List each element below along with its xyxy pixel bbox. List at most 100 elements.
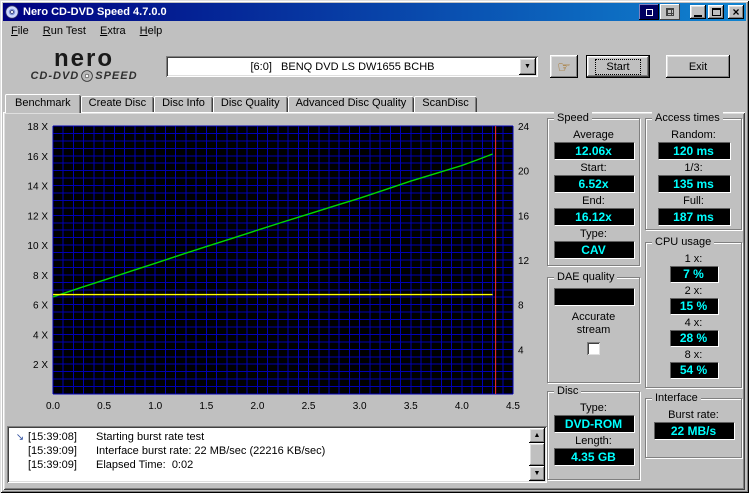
log-message: Elapsed Time: 0:02 (96, 459, 193, 471)
burst-rate-value: 22 MB/s (654, 422, 734, 439)
svg-text:0.5: 0.5 (97, 401, 111, 412)
cpu-1x-label: 1 x: (685, 253, 703, 266)
maximize-button[interactable] (708, 5, 724, 19)
drive-select[interactable]: [6:0] BENQ DVD LS DW1655 BCHB ▼ (166, 56, 538, 77)
average-speed-label: Average (573, 129, 614, 142)
minimize-button[interactable] (690, 5, 706, 19)
access-times-panel-title: Access times (652, 112, 723, 124)
speed-type-value: CAV (554, 241, 634, 258)
close-button[interactable]: × (728, 5, 744, 19)
svg-text:12: 12 (518, 256, 530, 267)
tab-create-disc[interactable]: Create Disc (81, 96, 154, 112)
random-access-label: Random: (671, 129, 716, 142)
disc-length-label: Length: (575, 435, 612, 448)
log-line: [15:39:09] Interface burst rate: 22 MB/s… (12, 444, 529, 458)
svg-text:18 X: 18 X (27, 122, 48, 133)
start-speed-label: Start: (580, 162, 606, 175)
transfer-rate-chart: 2 X4 X6 X8 X10 X12 X14 X16 X18 X48121620… (5, 118, 545, 420)
interface-panel: Interface Burst rate: 22 MB/s (645, 398, 742, 458)
svg-text:4.5: 4.5 (506, 401, 520, 412)
cpu-8x-value: 54 % (670, 362, 718, 378)
svg-text:1.5: 1.5 (199, 401, 213, 412)
random-access-value: 120 ms (658, 142, 730, 159)
benchmark-chart-svg: 2 X4 X6 X8 X10 X12 X14 X16 X18 X48121620… (5, 118, 545, 420)
access-times-panel: Access times Random: 120 ms 1/3: 135 ms … (645, 118, 742, 230)
tab-strip: Benchmark Create Disc Disc Info Disc Qua… (5, 93, 477, 112)
indicator-grid-icon (666, 8, 674, 16)
disc-length-value: 4.35 GB (554, 448, 634, 465)
one-third-access-value: 135 ms (658, 175, 730, 192)
cpu-1x-value: 7 % (670, 266, 718, 282)
svg-text:24: 24 (518, 122, 530, 133)
start-speed-value: 6.52x (554, 175, 634, 192)
average-speed-value: 12.06x (554, 142, 634, 159)
tab-disc-info[interactable]: Disc Info (154, 96, 213, 112)
log-lines: ↘ [15:39:08] Starting burst rate test [1… (9, 428, 529, 481)
menu-help[interactable]: Help (133, 23, 170, 39)
cpu-8x-label: 8 x: (685, 349, 703, 362)
log-message: Starting burst rate test (96, 431, 204, 443)
disc-icon (81, 70, 93, 82)
svg-text:1.0: 1.0 (148, 401, 162, 412)
svg-text:8: 8 (518, 301, 524, 312)
disc-panel-title: Disc (554, 385, 581, 397)
exit-button-label: Exit (689, 61, 707, 73)
tab-scandisc[interactable]: ScanDisc (414, 96, 476, 112)
svg-text:16: 16 (518, 211, 530, 222)
test-log: ↘ [15:39:08] Starting burst rate test [1… (7, 426, 547, 483)
log-line: ↘ [15:39:08] Starting burst rate test (12, 430, 529, 444)
benchmark-tab-page: 2 X4 X6 X8 X10 X12 X14 X16 X18 X48121620… (3, 112, 745, 490)
accurate-stream-checkbox[interactable] (587, 342, 600, 355)
end-speed-label: End: (582, 195, 605, 208)
logo-cddvd-text: CD-DVD (30, 70, 79, 82)
menu-run-test[interactable]: Run Test (36, 23, 93, 39)
titlebar-extra-button-1[interactable] (639, 4, 659, 20)
menu-extra[interactable]: Extra (93, 23, 133, 39)
nero-brand-text: nero (54, 48, 114, 70)
svg-text:3.0: 3.0 (353, 401, 367, 412)
eject-disc-button[interactable]: ☞ (550, 55, 578, 78)
tab-advanced-disc-quality[interactable]: Advanced Disc Quality (288, 96, 415, 112)
dae-quality-value (554, 288, 634, 305)
svg-text:0.0: 0.0 (46, 401, 60, 412)
full-access-value: 187 ms (658, 208, 730, 225)
close-icon: × (732, 7, 739, 17)
cpu-usage-panel-title: CPU usage (652, 236, 714, 248)
burst-rate-label: Burst rate: (668, 409, 719, 422)
tab-benchmark[interactable]: Benchmark (5, 94, 81, 113)
speed-panel-title: Speed (554, 112, 592, 124)
scroll-down-button[interactable]: ▼ (529, 466, 545, 481)
hand-disc-icon: ☞ (557, 58, 570, 76)
minimize-icon (694, 15, 702, 17)
disc-type-value: DVD-ROM (554, 415, 634, 432)
start-button-label: Start (595, 59, 640, 75)
nero-logo: nero CD-DVD SPEED (8, 42, 160, 88)
scrollbar-thumb[interactable] (529, 443, 545, 466)
start-button[interactable]: Start (586, 55, 650, 78)
exit-button[interactable]: Exit (666, 55, 730, 78)
svg-text:4: 4 (518, 345, 524, 356)
svg-text:3.5: 3.5 (404, 401, 418, 412)
app-icon (5, 5, 19, 19)
dae-quality-panel-title: DAE quality (554, 271, 617, 283)
menu-bar: File Run Test Extra Help (3, 21, 746, 40)
log-message: Interface burst rate: 22 MB/sec (22216 K… (96, 445, 325, 457)
scroll-up-button[interactable]: ▲ (529, 428, 545, 443)
titlebar-extra-button-2[interactable] (660, 4, 680, 20)
menu-file[interactable]: File (4, 23, 36, 39)
cpu-usage-panel: CPU usage 1 x: 7 % 2 x: 15 % 4 x: 28 % 8… (645, 242, 742, 388)
svg-text:2.5: 2.5 (302, 401, 316, 412)
speed-panel: Speed Average 12.06x Start: 6.52x End: 1… (547, 118, 640, 266)
chevron-down-icon[interactable]: ▼ (519, 58, 536, 75)
svg-text:2 X: 2 X (33, 360, 48, 371)
log-scrollbar[interactable]: ▲ ▼ (529, 428, 545, 481)
svg-text:6 X: 6 X (33, 301, 48, 312)
app-window: Nero CD-DVD Speed 4.7.0.0 × File Run Tes… (0, 0, 749, 493)
window-title: Nero CD-DVD Speed 4.7.0.0 (23, 6, 639, 18)
dae-quality-panel: DAE quality Accurate stream (547, 277, 640, 383)
tab-disc-quality[interactable]: Disc Quality (213, 96, 288, 112)
speed-type-label: Type: (580, 228, 607, 241)
svg-text:4.0: 4.0 (455, 401, 469, 412)
end-speed-value: 16.12x (554, 208, 634, 225)
titlebar[interactable]: Nero CD-DVD Speed 4.7.0.0 × (3, 3, 746, 21)
